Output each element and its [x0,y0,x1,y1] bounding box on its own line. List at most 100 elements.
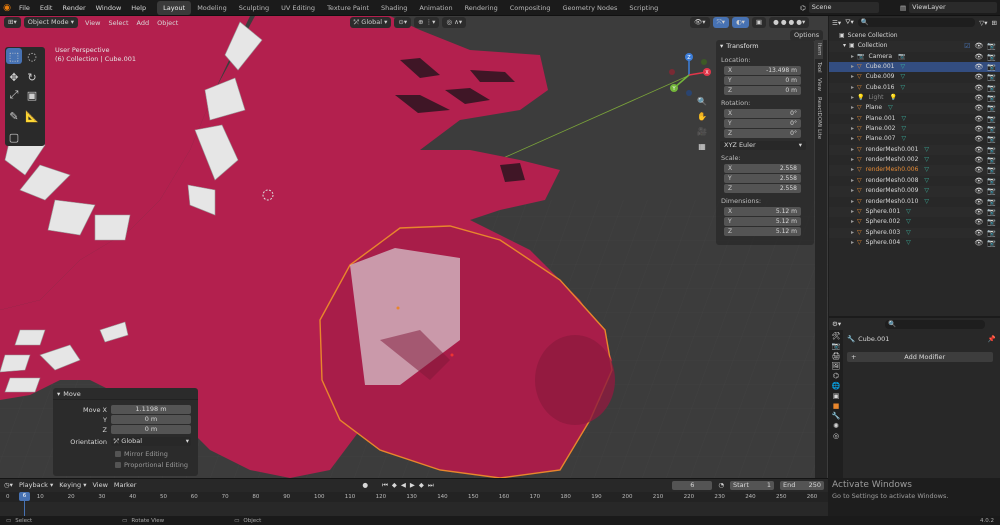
outliner-item[interactable]: ▸ ▽ Plane.002 ▽ 👁 📷 [829,124,1000,135]
render-visibility-icon[interactable]: 📷 [987,165,996,175]
render-visibility-icon[interactable]: 📷 [987,197,996,207]
object-data-icon[interactable]: ▽ [924,176,929,186]
eye-icon[interactable]: 👁 [974,103,983,113]
filter-funnel-icon[interactable]: ▽▾ [979,19,987,27]
proportional-icon[interactable]: ◎ ∧▾ [442,17,467,28]
expand-icon[interactable]: ▸ [851,114,854,124]
expand-icon[interactable]: ▸ [851,217,854,227]
collection-row[interactable]: ▾ ▣ Collection ☑ 👁 📷 [829,41,1000,52]
frame-ruler[interactable]: 0 10 20 30 40 50 60 70 80 90 100 110 120 130 140 150 160… [0,492,828,502]
dimensions-z-field[interactable]: Z 5.12 m [724,227,801,236]
expand-icon[interactable]: ▸ [851,72,854,82]
next-key-icon[interactable]: ◆ [419,481,424,489]
eye-icon[interactable]: 👁 [974,134,983,144]
overlay-toggle-icon[interactable]: ◐▾ [731,17,749,28]
current-frame-field[interactable]: 6 [672,480,713,490]
expand-icon[interactable]: ▸ [851,103,854,113]
editor-type-icon[interactable]: ⊞▾ [4,17,21,28]
scene-tab-icon[interactable]: ⌬ [833,372,839,380]
scale-x-field[interactable]: X 2.558 [724,164,801,173]
outliner-item[interactable]: ▸ 💡 Light 💡 👁 📷 [829,93,1000,103]
start-frame-field[interactable]: Start 1 [730,480,774,490]
menu-edit[interactable]: Edit [35,0,58,16]
location-x-field[interactable]: X -13.498 m [724,66,801,75]
outliner-item[interactable]: ▸ ▽ Sphere.001 ▽ 👁 📷 [829,206,1000,218]
eye-icon[interactable]: 👁 [974,93,983,103]
tab-modeling[interactable]: Modeling [191,1,233,15]
timeline-menu-view[interactable]: View [92,481,107,489]
render-visibility-icon[interactable]: 📷 [987,103,996,113]
blender-logo-icon[interactable]: ◉ [0,3,14,13]
object-data-icon[interactable]: ▽ [906,238,911,248]
object-data-icon[interactable]: ▽ [901,134,906,144]
render-tab-icon[interactable]: 📷 [832,342,841,350]
timeline-menu-marker[interactable]: Marker [114,481,136,489]
end-frame-field[interactable]: End 250 [780,480,824,490]
object-data-icon[interactable]: ▽ [906,228,911,238]
move-z-field[interactable]: 0 m [111,425,191,434]
eye-icon[interactable]: 👁 [974,52,983,62]
outliner-item[interactable]: ▸ ▽ renderMesh0.008 ▽ 👁 📷 [829,176,1000,186]
viewport-menu-add[interactable]: Add [133,19,154,27]
object-data-icon[interactable]: ▽ [924,145,929,155]
eye-icon[interactable]: 👁 [974,207,983,217]
render-visibility-icon[interactable]: 📷 [987,155,996,165]
outliner-item[interactable]: ▸ ▽ Plane.001 ▽ 👁 📷 [829,114,1000,124]
outliner-item[interactable]: ▸ ▽ Cube.009 ▽ 👁 📷 [829,72,1000,82]
expand-icon[interactable]: ▸ [851,124,854,134]
expand-icon[interactable]: ▸ [851,197,854,207]
ortho-grid-icon[interactable]: ▦ [695,139,709,154]
object-data-icon[interactable]: ▽ [901,124,906,134]
orientation-select[interactable]: ⤱ Global ▾ [111,437,191,446]
eye-icon[interactable]: 👁 [974,238,983,248]
outliner-item[interactable]: ▸ ▽ Sphere.003 ▽ 👁 📷 [829,227,1000,238]
play-icon[interactable]: ▶ [410,481,415,489]
dimensions-y-field[interactable]: Y 5.12 m [724,217,801,226]
record-icon[interactable]: ● [362,481,368,489]
visibility-icon[interactable]: 👁▾ [690,17,710,28]
filter-icon[interactable]: ⛛▾ [845,18,854,27]
pin-icon[interactable]: 📌 [988,335,996,343]
select-box-icon[interactable]: ⬚ [6,48,22,64]
object-data-icon[interactable]: 📷 [898,52,905,62]
mode-selector[interactable]: Object Mode ▾ [23,17,79,28]
viewport-menu-object[interactable]: Object [153,19,182,27]
editor-type-icon[interactable]: ⚙▾ [832,320,841,328]
tab-view[interactable]: View [815,75,823,94]
object-data-icon[interactable]: ▽ [906,217,911,227]
tab-animation[interactable]: Animation [413,1,458,15]
render-visibility-icon[interactable]: 📷 [987,176,996,186]
tab-scripting[interactable]: Scripting [623,1,664,15]
editor-type-icon[interactable]: ◷▾ [4,481,13,489]
outliner-item[interactable]: ▸ ▽ Sphere.004 ▽ 👁 📷 [829,238,1000,248]
expand-icon[interactable]: ▸ [851,238,854,248]
tab-item[interactable]: Item [815,40,823,59]
transform-tool-icon[interactable]: ▣ [24,87,40,103]
tab-rendering[interactable]: Rendering [459,1,504,15]
object-data-icon[interactable]: ▽ [924,165,929,175]
scale-z-field[interactable]: Z 2.558 [724,184,801,193]
world-tab-icon[interactable]: 🌐 [832,382,841,390]
mirror-editing-checkbox[interactable]: Mirror Editing [115,450,198,458]
eye-icon[interactable]: 👁 [974,72,983,82]
object-data-icon[interactable]: ▽ [888,103,893,113]
outliner-item[interactable]: ▸ ▽ Plane.007 ▽ 👁 📷 [829,134,1000,144]
proportional-editing-checkbox[interactable]: Proportional Editing [115,461,198,469]
prev-key-icon[interactable]: ◆ [392,481,397,489]
snap-icon[interactable]: ⊕ ⋮▾ [414,17,440,28]
expand-icon[interactable]: ▸ [851,207,854,217]
output-tab-icon[interactable]: 🖨 [832,352,841,360]
jump-start-icon[interactable]: ⏮ [382,481,388,490]
rotation-mode-select[interactable]: XYZ Euler ▾ [720,141,806,150]
render-visibility-icon[interactable]: 📷 [987,207,996,217]
scene-collection-row[interactable]: ▣ Scene Collection [829,31,1000,41]
play-reverse-icon[interactable]: ◀ [401,481,406,489]
pivot-icon[interactable]: ⊙▾ [394,17,412,28]
outliner-search-input[interactable]: 🔍 [857,18,976,27]
xray-icon[interactable]: ▣ [751,17,767,28]
physics-tab-icon[interactable]: ◎ [833,432,839,440]
location-z-field[interactable]: Z0 m [724,86,801,95]
new-collection-icon[interactable]: ⊞ [992,19,997,27]
object-data-icon[interactable]: 💡 [889,93,896,103]
checkbox-icon[interactable]: ☑ [964,41,970,51]
